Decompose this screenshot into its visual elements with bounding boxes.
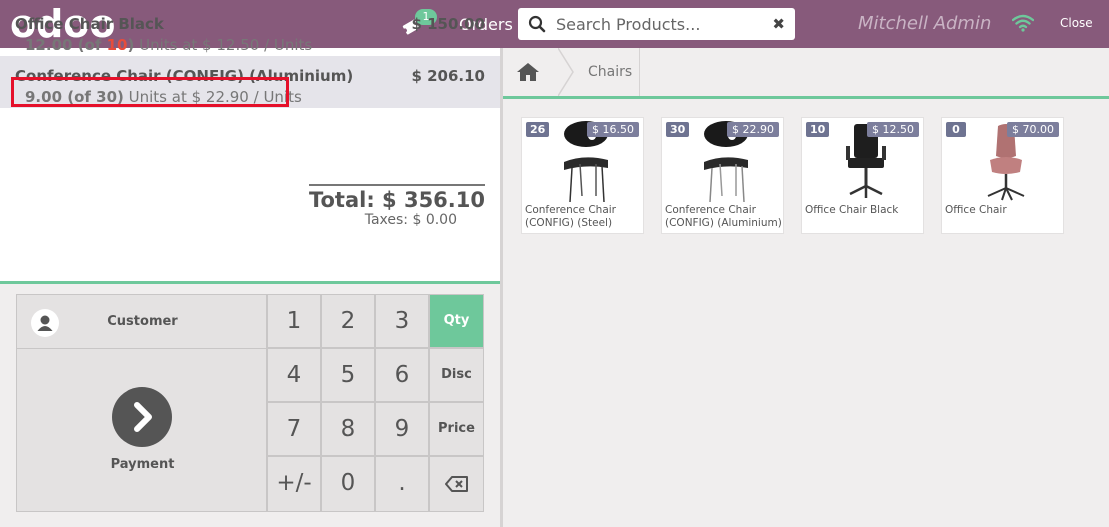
numpad-key-1[interactable]: 1 (267, 294, 321, 348)
breadcrumb-label: Chairs (588, 64, 633, 80)
breadcrumb-category-chairs[interactable]: Chairs (572, 48, 640, 96)
numpad-key-9[interactable]: 9 (375, 402, 429, 456)
order-line-info: 12.00 (of 10) Units at $ 12.50 / Units (25, 36, 312, 54)
clear-search-icon[interactable]: ✖ (772, 15, 785, 33)
highlight-annotation-box (11, 77, 289, 107)
chevron-right-icon (112, 387, 172, 447)
order-line-of-prefix: (of (72, 36, 107, 54)
order-line-price: $ 150.00 (411, 15, 485, 33)
stock-badge: 30 (666, 122, 690, 137)
breadcrumb-home[interactable] (503, 48, 558, 96)
search-icon (528, 15, 546, 33)
numpad-key-0[interactable]: 0 (321, 456, 375, 512)
price-tag: $ 12.50 (867, 122, 919, 137)
numpad-key-5[interactable]: 5 (321, 348, 375, 402)
home-icon (517, 63, 539, 81)
search-input[interactable] (556, 14, 766, 34)
pane-divider (500, 48, 503, 527)
numpad-key-6[interactable]: 6 (375, 348, 429, 402)
numpad-key-3[interactable]: 3 (375, 294, 429, 348)
numpad-key-decimal[interactable]: . (375, 456, 429, 512)
available-qty: 10 (106, 36, 128, 54)
product-card[interactable]: 0 $ 70.00 Office Chair (941, 117, 1064, 234)
wifi-icon (1012, 14, 1034, 32)
numpad-key-7[interactable]: 7 (267, 402, 321, 456)
numpad-key-2[interactable]: 2 (321, 294, 375, 348)
order-line-price: $ 206.10 (411, 67, 485, 85)
numpad-key-8[interactable]: 8 (321, 402, 375, 456)
stock-badge: 26 (526, 122, 550, 137)
product-name: Office Chair Black (805, 204, 899, 216)
payment-label: Payment (110, 457, 175, 472)
product-name: Conference Chair (CONFIG) (Aluminium) (665, 204, 782, 229)
accent-divider (503, 96, 1109, 99)
order-line[interactable]: Office Chair Black $ 150.00 12.00 (of 10… (0, 4, 500, 56)
numpad-key-plus-minus[interactable]: +/- (267, 456, 321, 512)
payment-button[interactable]: Payment (16, 348, 267, 512)
customer-button[interactable]: Customer (16, 294, 267, 349)
mode-qty-button[interactable]: Qty (429, 294, 484, 348)
product-card[interactable]: 26 $ 16.50 Conference Chair (CONFIG) (St… (521, 117, 644, 234)
stock-badge: 0 (946, 122, 966, 137)
backspace-button[interactable] (429, 456, 484, 512)
order-line-unit-text: Units at $ 12.50 / Units (134, 36, 313, 54)
search-bar: ✖ (518, 8, 795, 40)
mode-disc-button[interactable]: Disc (429, 348, 484, 402)
close-button[interactable]: Close (1060, 16, 1093, 30)
backspace-icon (444, 476, 468, 492)
user-name: Mitchell Admin (858, 13, 992, 34)
product-card[interactable]: 10 $ 12.50 Office Chair Black (801, 117, 924, 234)
numpad-key-4[interactable]: 4 (267, 348, 321, 402)
order-summary: Total: $ 356.10 Taxes: $ 0.00 (300, 184, 485, 228)
product-card[interactable]: 30 $ 22.90 Conference Chair (CONFIG) (Al… (661, 117, 784, 234)
price-tag: $ 70.00 (1007, 122, 1059, 137)
order-taxes: Taxes: $ 0.00 (364, 212, 457, 228)
order-line-qty: 12.00 (25, 36, 73, 54)
mode-price-button[interactable]: Price (429, 402, 484, 456)
price-tag: $ 16.50 (587, 122, 639, 137)
order-line-name: Office Chair Black (15, 15, 164, 33)
stock-badge: 10 (806, 122, 830, 137)
customer-label: Customer (107, 314, 178, 329)
price-tag: $ 22.90 (727, 122, 779, 137)
order-total: Total: $ 356.10 (308, 184, 485, 212)
product-name: Conference Chair (CONFIG) (Steel) (525, 204, 616, 229)
product-name: Office Chair (945, 204, 1007, 216)
